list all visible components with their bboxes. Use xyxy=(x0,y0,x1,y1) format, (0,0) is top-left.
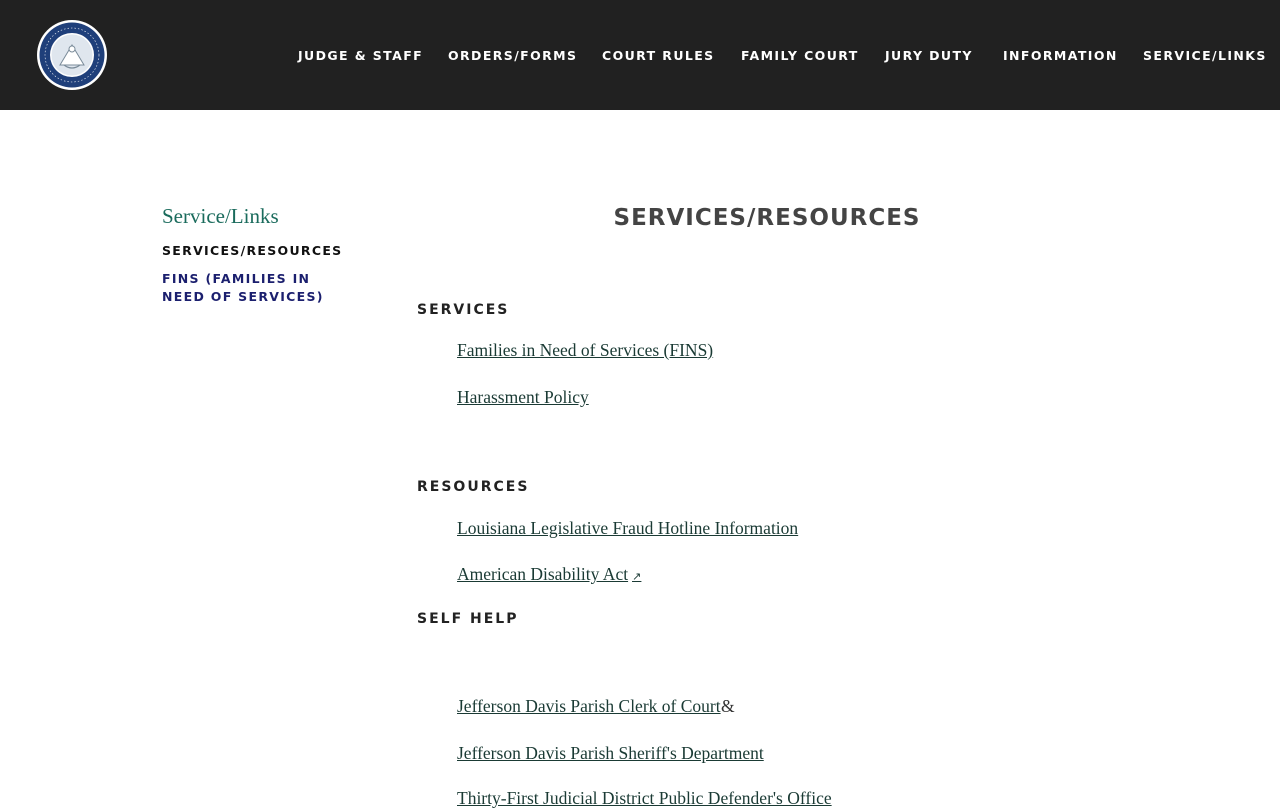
main-nav: JUDGE & STAFF ORDERS/FORMS COURT RULES F… xyxy=(0,47,1280,67)
ampersand-text: & xyxy=(721,696,735,716)
link-label: American Disability Act xyxy=(457,564,629,584)
sidebar-title: Service/Links xyxy=(162,204,279,228)
nav-court-rules[interactable]: COURT RULES xyxy=(602,47,715,65)
external-link-icon: ↗ xyxy=(632,571,642,583)
section-heading-self-help: SELF HELP xyxy=(417,611,519,627)
link-sheriffs-department[interactable]: Jefferson Davis Parish Sheriff's Departm… xyxy=(457,743,764,764)
link-clerk-of-court[interactable]: Jefferson Davis Parish Clerk of Court xyxy=(457,696,721,717)
nav-orders-forms[interactable]: ORDERS/FORMS xyxy=(448,47,577,65)
link-fraud-hotline[interactable]: Louisiana Legislative Fraud Hotline Info… xyxy=(457,518,798,539)
site-header: JUDGE & STAFF ORDERS/FORMS COURT RULES F… xyxy=(0,0,1280,110)
nav-judge-staff[interactable]: JUDGE & STAFF xyxy=(298,47,423,65)
section-heading-services: SERVICES xyxy=(417,302,510,318)
page-title: SERVICES/RESOURCES xyxy=(613,205,921,231)
nav-information[interactable]: INFORMATION xyxy=(1003,47,1118,65)
link-public-defenders-office[interactable]: Thirty-First Judicial District Public De… xyxy=(457,788,832,809)
link-fins[interactable]: Families in Need of Services (FINS) xyxy=(457,340,713,361)
nav-jury-duty[interactable]: JURY DUTY xyxy=(885,47,973,65)
nav-family-court[interactable]: FAMILY COURT xyxy=(741,47,859,65)
link-american-disability-act[interactable]: American Disability Act ↗ xyxy=(457,564,641,585)
nav-service-links[interactable]: SERVICE/LINKS xyxy=(1143,47,1267,65)
link-harassment-policy[interactable]: Harassment Policy xyxy=(457,387,589,408)
sidebar-item-fins[interactable]: FINS (FAMILIES IN NEED OF SERVICES) xyxy=(162,270,352,306)
section-heading-resources: RESOURCES xyxy=(417,479,530,495)
sidebar-item-services-resources[interactable]: SERVICES/RESOURCES xyxy=(162,242,362,260)
